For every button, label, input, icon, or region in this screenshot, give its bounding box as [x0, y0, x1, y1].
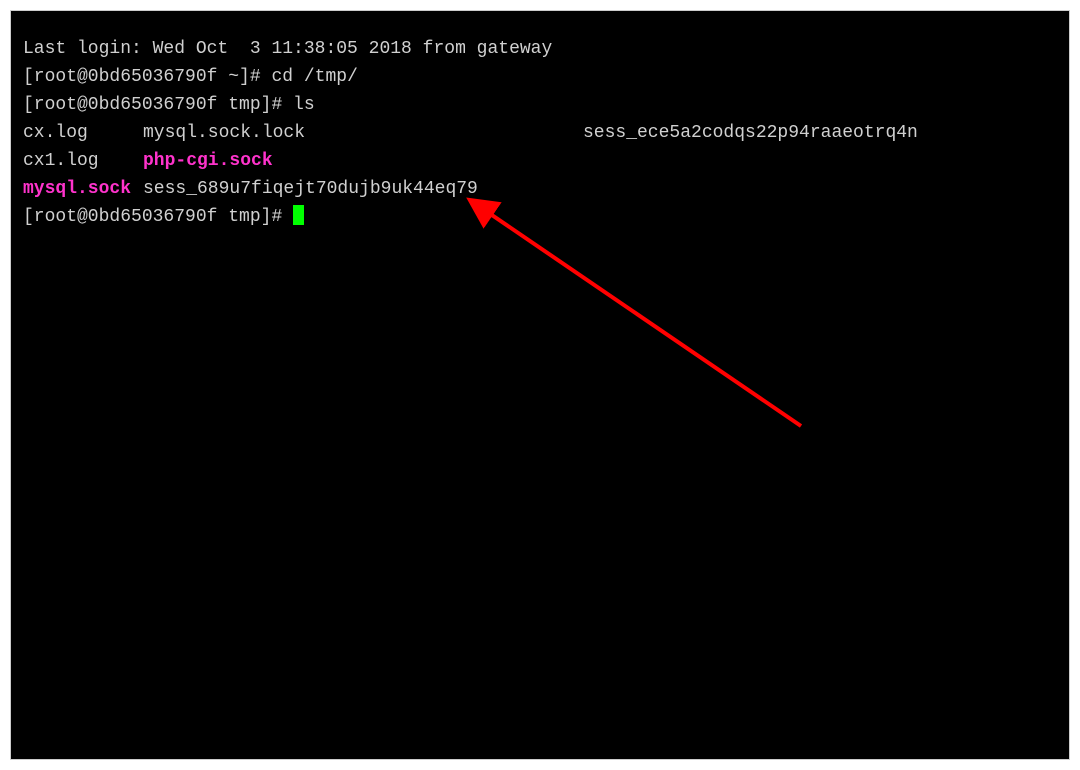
file-name: cx1.log — [23, 147, 143, 175]
command-line-2: [root@0bd65036790f tmp]# ls — [23, 91, 1057, 119]
command-text: cd /tmp/ — [271, 67, 357, 87]
command-text: ls — [293, 95, 315, 115]
login-message: Last login: Wed Oct 3 11:38:05 2018 from… — [23, 35, 1057, 63]
terminal-window[interactable]: Last login: Wed Oct 3 11:38:05 2018 from… — [10, 10, 1070, 760]
file-name: sess_ece5a2codqs22p94raaeotrq4n — [583, 123, 918, 143]
command-line-3: [root@0bd65036790f tmp]# — [23, 203, 1057, 231]
file-socket: php-cgi.sock — [143, 147, 583, 175]
prompt: [root@0bd65036790f tmp]# — [23, 207, 293, 227]
file-name: cx.log — [23, 119, 143, 147]
file-name: mysql.sock.lock — [143, 119, 583, 147]
ls-row-3: mysql.socksess_689u7fiqejt70dujb9uk44eq7… — [23, 175, 1057, 203]
file-name: sess_689u7fiqejt70dujb9uk44eq79 — [143, 175, 583, 203]
prompt: [root@0bd65036790f tmp]# — [23, 95, 293, 115]
command-line-1: [root@0bd65036790f ~]# cd /tmp/ — [23, 63, 1057, 91]
prompt: [root@0bd65036790f ~]# — [23, 67, 271, 87]
cursor-icon — [293, 205, 304, 225]
file-socket: mysql.sock — [23, 175, 143, 203]
ls-row-1: cx.logmysql.sock.locksess_ece5a2codqs22p… — [23, 119, 1057, 147]
ls-row-2: cx1.logphp-cgi.sock — [23, 147, 1057, 175]
